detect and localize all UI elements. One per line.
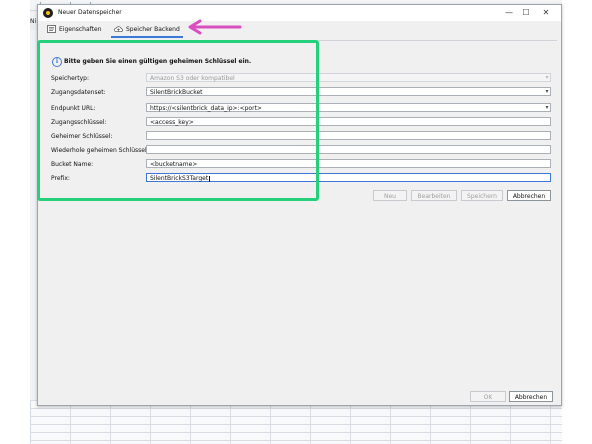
chevron-down-icon[interactable]: ▾: [543, 87, 551, 96]
cancel-button[interactable]: Abbrechen: [509, 391, 553, 402]
close-button[interactable]: ✕: [539, 7, 553, 19]
tab-eigenschaften[interactable]: Eigenschaften: [44, 22, 105, 36]
title-bar: Neuer Datenspeicher — ☐ ✕: [38, 5, 561, 21]
save-button[interactable]: Speichern: [461, 190, 503, 201]
properties-icon: [47, 25, 56, 33]
maximize-button[interactable]: ☐: [519, 7, 533, 19]
ok-button[interactable]: OK: [470, 391, 506, 402]
arrow-annotation-icon: [188, 19, 242, 35]
dataset-cancel-button[interactable]: Abbrechen: [507, 190, 551, 201]
edit-button[interactable]: Bearbeiten: [411, 190, 457, 201]
tab-label: Speicher Backend: [126, 25, 180, 33]
chevron-down-icon: ▾: [545, 74, 549, 81]
minimize-button[interactable]: —: [502, 7, 516, 19]
tab-bar: Eigenschaften Speicher Backend: [38, 22, 561, 38]
app-icon: [43, 8, 53, 18]
tab-label: Eigenschaften: [59, 25, 102, 33]
highlight-box: [37, 40, 319, 201]
chevron-down-icon[interactable]: ▾: [543, 103, 551, 112]
tab-speicher-backend[interactable]: Speicher Backend: [111, 22, 183, 38]
window-title: Neuer Datenspeicher: [58, 9, 122, 16]
cloud-upload-icon: [114, 26, 123, 33]
background-grid: [30, 400, 562, 444]
new-button[interactable]: Neu: [373, 190, 407, 201]
